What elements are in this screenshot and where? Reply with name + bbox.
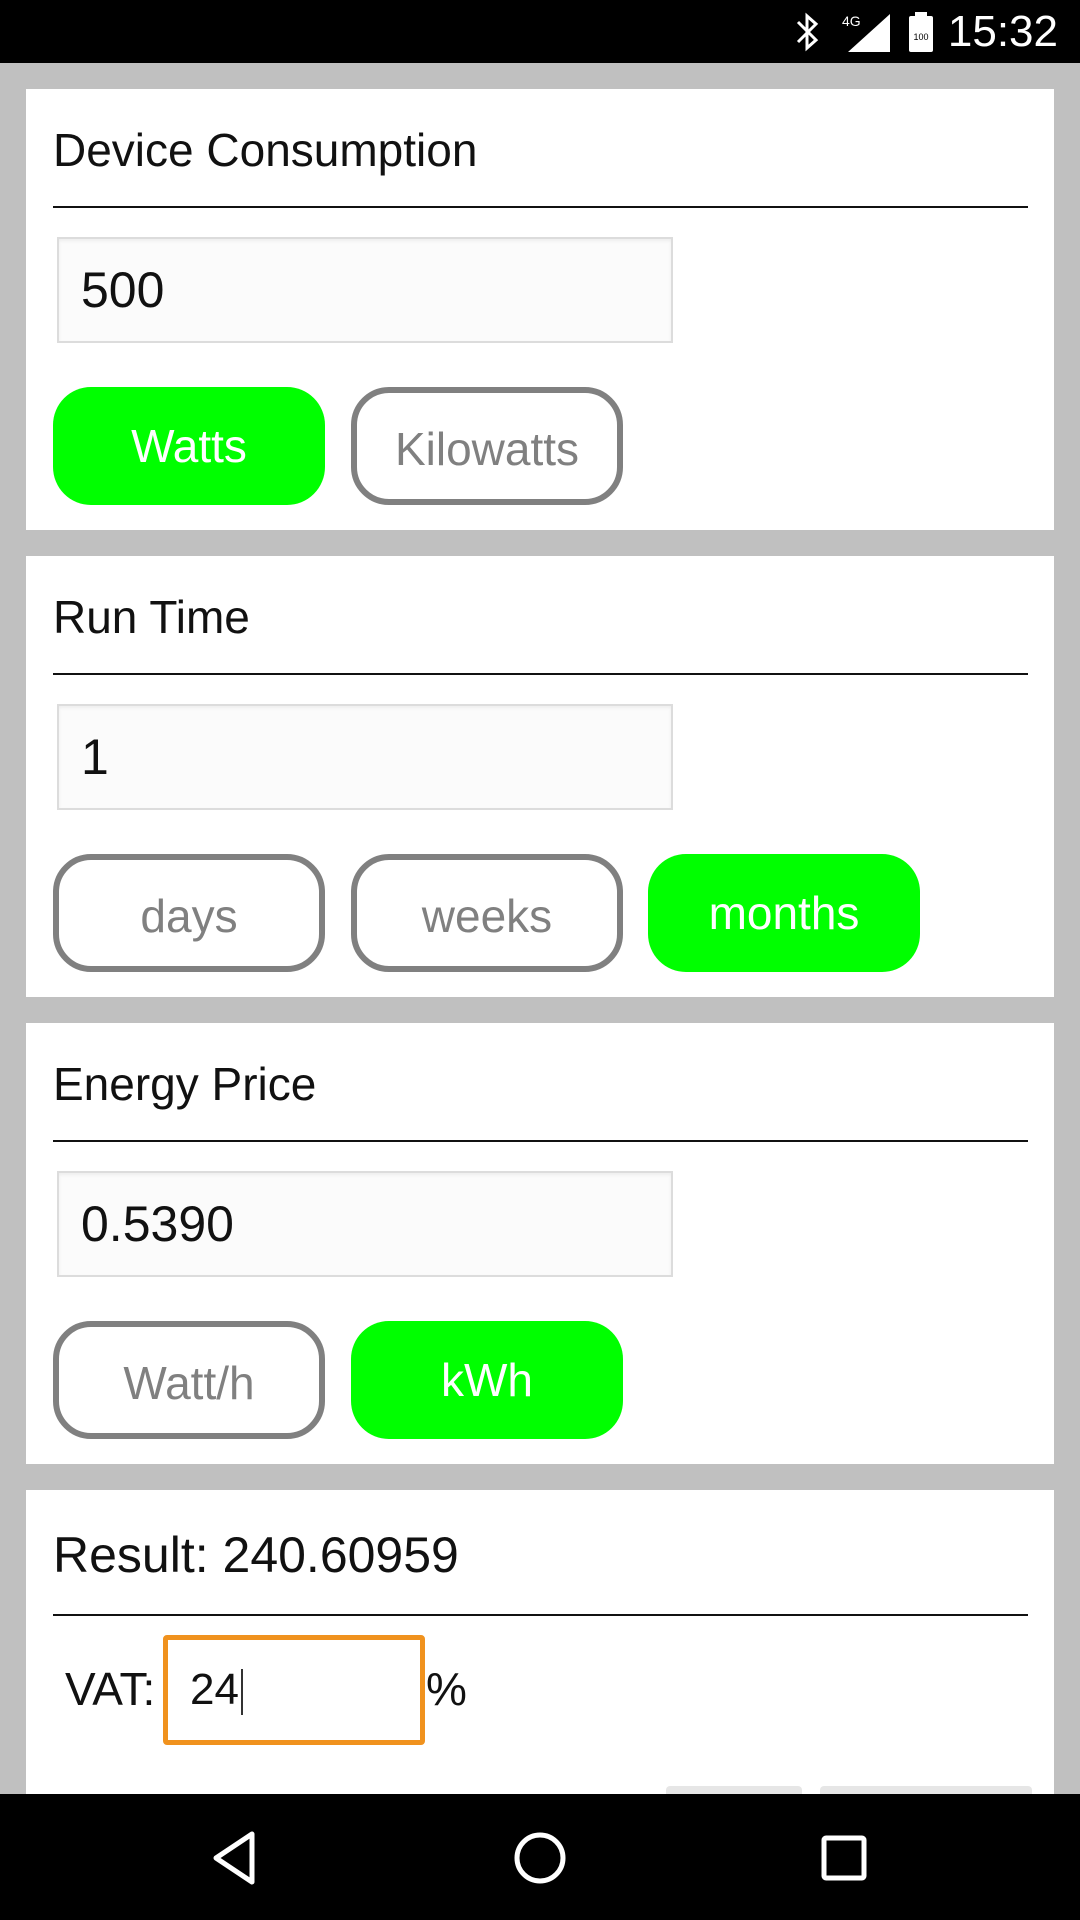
signal-icon: 4G — [842, 13, 890, 52]
device-consumption-card: Device Consumption 500 Watts Kilowatts — [26, 89, 1054, 530]
result-card: Result: 240.60959 VAT: 24 % — [26, 1490, 1054, 1794]
vat-input[interactable]: 24 — [163, 1635, 425, 1745]
kwh-button[interactable]: kWh — [351, 1321, 623, 1439]
text-cursor — [240, 1669, 243, 1716]
vat-input-value: 24 — [190, 1665, 239, 1714]
navigation-bar — [0, 1794, 1080, 1920]
network-type-label: 4G — [842, 13, 861, 29]
energy-price-card: Energy Price 0.5390 Watt/h kWh — [26, 1023, 1054, 1464]
kilowatts-button[interactable]: Kilowatts — [351, 387, 623, 505]
device-consumption-input[interactable]: 500 — [57, 237, 673, 343]
battery-level-label: 100 — [913, 32, 928, 42]
battery-icon: 100 — [909, 12, 933, 52]
run-time-input[interactable]: 1 — [57, 704, 673, 810]
energy-price-input[interactable]: 0.5390 — [57, 1171, 673, 1277]
device-consumption-title: Device Consumption — [53, 124, 478, 176]
divider — [53, 206, 1028, 208]
watts-button[interactable]: Watts — [53, 387, 325, 505]
months-button[interactable]: months — [648, 854, 920, 972]
run-time-card: Run Time 1 days weeks months — [26, 556, 1054, 997]
clock: 15:32 — [947, 7, 1058, 56]
run-time-title: Run Time — [53, 591, 250, 643]
divider — [53, 673, 1028, 675]
result-text: Result: 240.60959 — [53, 1527, 459, 1583]
divider — [53, 1614, 1028, 1616]
watt-hour-button[interactable]: Watt/h — [53, 1321, 325, 1439]
bluetooth-icon — [796, 12, 819, 52]
back-icon[interactable] — [204, 1826, 268, 1890]
home-icon[interactable] — [508, 1826, 572, 1890]
weeks-button[interactable]: weeks — [351, 854, 623, 972]
vat-label: VAT: — [65, 1663, 156, 1715]
energy-price-title: Energy Price — [53, 1058, 317, 1110]
divider — [53, 1140, 1028, 1142]
vat-percent-label: % — [426, 1663, 467, 1715]
recents-icon[interactable] — [812, 1826, 876, 1890]
status-bar: 4G 100 15:32 — [0, 0, 1080, 63]
days-button[interactable]: days — [53, 854, 325, 972]
